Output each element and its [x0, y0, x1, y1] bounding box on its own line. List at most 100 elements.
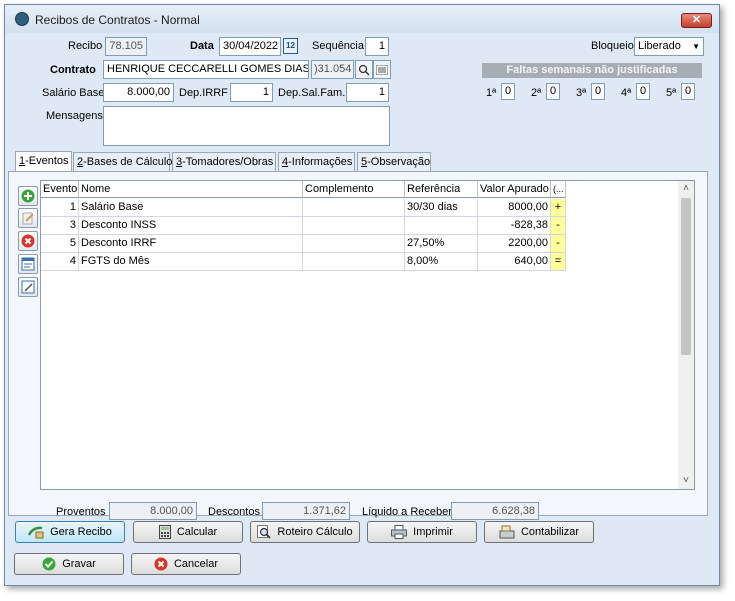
mensagens-label: Mensagens: [46, 110, 103, 122]
col-header-referencia[interactable]: Referência: [405, 181, 478, 198]
add-event-button[interactable]: [18, 186, 38, 206]
faltas-week-2-field[interactable]: 0: [546, 83, 560, 100]
vertical-scrollbar[interactable]: ˄ ˅: [678, 181, 694, 489]
events-grid[interactable]: Evento Nome Complemento Referência Valor…: [40, 180, 695, 490]
cell-nome[interactable]: Desconto INSS: [79, 217, 303, 235]
scroll-up-icon[interactable]: ˄: [678, 181, 694, 197]
cancelar-label: Cancelar: [173, 558, 219, 570]
roteiro-calculo-button[interactable]: Roteiro Cálculo: [250, 521, 360, 543]
calculator-icon: [158, 525, 171, 539]
tab-bases-label: -Bases de Cálculo: [83, 156, 173, 168]
cell-sinal[interactable]: -: [551, 217, 566, 235]
bloqueio-value: Liberado: [638, 40, 681, 52]
cell-evento[interactable]: 5: [41, 235, 79, 253]
cell-evento[interactable]: 4: [41, 253, 79, 271]
tab-eventos[interactable]: 1-Eventos: [15, 151, 72, 173]
form-view-button[interactable]: [18, 254, 38, 274]
cell-referencia[interactable]: 30/30 dias: [405, 199, 478, 217]
faltas-week-5-field[interactable]: 0: [681, 83, 695, 100]
cell-sinal[interactable]: =: [551, 253, 566, 271]
faltas-week-3-field[interactable]: 0: [591, 83, 605, 100]
faltas-week-1-field[interactable]: 0: [501, 83, 515, 100]
tab-tomadores-label: -Tomadores/Obras: [182, 156, 274, 168]
col-header-sinal[interactable]: (...: [551, 181, 566, 198]
cell-evento[interactable]: 1: [41, 199, 79, 217]
cell-complemento[interactable]: [303, 235, 405, 253]
cell-valor[interactable]: -828,38: [478, 217, 551, 235]
tab-observacao[interactable]: 5-Observação: [357, 152, 431, 172]
form-icon: [21, 257, 35, 271]
tab-informacoes[interactable]: 4-Informações: [278, 152, 355, 172]
title-bar[interactable]: Recibos de Contratos - Normal ✕: [5, 5, 719, 33]
calendar-icon[interactable]: 12: [283, 38, 298, 54]
plus-icon: [21, 189, 35, 203]
faltas-week-4-field[interactable]: 0: [636, 83, 650, 100]
contabilizar-button[interactable]: Contabilizar: [484, 521, 594, 543]
cancelar-button[interactable]: Cancelar: [131, 553, 241, 575]
descontos-field: 1.371,62: [262, 502, 350, 520]
depsalfam-label: Dep.Sal.Fam.: [278, 87, 346, 99]
cell-referencia[interactable]: 8,00%: [405, 253, 478, 271]
depsalfam-field[interactable]: 1: [346, 83, 389, 102]
cell-nome[interactable]: FGTS do Mês: [79, 253, 303, 271]
cell-sinal[interactable]: +: [551, 199, 566, 217]
edit-form-button[interactable]: [18, 277, 38, 297]
sequencia-label: Sequência: [312, 40, 364, 52]
search-icon[interactable]: [355, 60, 373, 79]
cell-valor[interactable]: 640,00: [478, 253, 551, 271]
delete-icon: [21, 234, 35, 248]
close-button[interactable]: ✕: [681, 13, 712, 28]
cell-complemento[interactable]: [303, 217, 405, 235]
tab-bases-calculo[interactable]: 2-Bases de Cálculo: [73, 152, 173, 172]
receipt-icon: [28, 526, 44, 539]
tab-tomadores[interactable]: 3-Tomadores/Obras: [172, 152, 276, 172]
col-header-nome[interactable]: Nome: [79, 181, 303, 198]
edit-event-button[interactable]: [18, 208, 38, 228]
mensagens-textarea[interactable]: [103, 106, 390, 146]
gera-recibo-button[interactable]: Gera Recibo: [15, 521, 125, 543]
cell-valor[interactable]: 2200,00: [478, 235, 551, 253]
pencil-icon: [22, 212, 34, 225]
col-header-evento[interactable]: Evento: [41, 181, 79, 198]
col-header-valor[interactable]: Valor Apurado: [478, 181, 551, 198]
col-header-complemento[interactable]: Complemento: [303, 181, 405, 198]
delete-event-button[interactable]: [18, 231, 38, 251]
faltas-week-2-label: 2ª: [531, 87, 542, 99]
imprimir-label: Imprimir: [413, 526, 453, 538]
faltas-week-5-label: 5ª: [666, 87, 677, 99]
cancel-icon: [154, 557, 168, 571]
cell-referencia[interactable]: [405, 217, 478, 235]
gera-recibo-label: Gera Recibo: [50, 526, 112, 538]
calcular-button[interactable]: Calcular: [133, 521, 243, 543]
faltas-header: Faltas semanais não justificadas: [482, 63, 702, 78]
depirrf-field[interactable]: 1: [230, 83, 273, 102]
cell-complemento[interactable]: [303, 199, 405, 217]
cell-evento[interactable]: 3: [41, 217, 79, 235]
faltas-week-3-label: 3ª: [576, 87, 587, 99]
contrato-label: Contrato: [50, 64, 96, 76]
tab-informacoes-label: -Informações: [288, 156, 353, 168]
cell-referencia[interactable]: 27,50%: [405, 235, 478, 253]
depirrf-label: Dep.IRRF: [179, 87, 228, 99]
cell-nome[interactable]: Desconto IRRF: [79, 235, 303, 253]
cell-complemento[interactable]: [303, 253, 405, 271]
scroll-down-icon[interactable]: ˅: [678, 473, 694, 489]
recibo-label: Recibo: [68, 40, 103, 52]
roteiro-calculo-label: Roteiro Cálculo: [277, 526, 353, 538]
bloqueio-select[interactable]: Liberado ▼: [634, 37, 704, 56]
liquido-field: 6.628,38: [451, 502, 539, 520]
tab-observacao-label: -Observação: [367, 156, 431, 168]
salario-field[interactable]: 8.000,00: [103, 83, 174, 102]
proventos-field: 8.000,00: [109, 502, 197, 520]
imprimir-button[interactable]: Imprimir: [367, 521, 477, 543]
cell-nome[interactable]: Salário Base: [79, 199, 303, 217]
data-field[interactable]: 30/04/2022: [219, 37, 281, 56]
sequencia-field[interactable]: 1: [365, 37, 389, 56]
contrato-name-field[interactable]: HENRIQUE CECCARELLI GOMES DIAS: [103, 60, 309, 79]
gravar-button[interactable]: Gravar: [14, 553, 124, 575]
list-icon[interactable]: [373, 60, 391, 79]
cell-sinal[interactable]: -: [551, 235, 566, 253]
cell-valor[interactable]: 8000,00: [478, 199, 551, 217]
scrollbar-thumb[interactable]: [681, 198, 691, 355]
tab-eventos-label: -Eventos: [25, 155, 69, 167]
